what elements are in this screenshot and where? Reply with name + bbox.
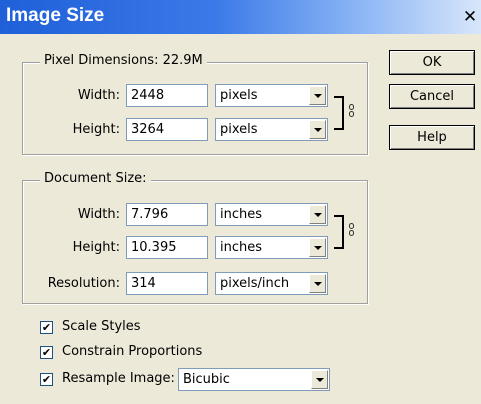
pixel-dimensions-group xyxy=(22,62,368,155)
resolution-unit-value: pixels/inch xyxy=(220,276,290,291)
checkmark-icon: ✔ xyxy=(41,321,52,334)
chain-link-icon xyxy=(347,104,355,119)
doc-height-label: Height: xyxy=(72,240,120,255)
pixel-height-unit-select[interactable]: pixels xyxy=(215,118,328,141)
pixel-width-input[interactable]: 2448 xyxy=(126,84,208,107)
resample-method-value: Bicubic xyxy=(183,372,230,387)
resample-method-select[interactable]: Bicubic xyxy=(178,368,330,391)
close-icon[interactable]: ✕ xyxy=(460,6,480,28)
constrain-proportions-label[interactable]: Constrain Proportions xyxy=(62,344,202,359)
dialog-title: Image Size xyxy=(6,5,105,26)
chevron-down-icon[interactable] xyxy=(309,205,326,224)
checkmark-icon: ✔ xyxy=(41,346,52,359)
chevron-down-icon[interactable] xyxy=(309,86,326,105)
pixel-width-unit-value: pixels xyxy=(220,88,258,103)
doc-width-unit-select[interactable]: inches xyxy=(215,203,328,226)
doc-height-input[interactable]: 10.395 xyxy=(126,236,208,259)
ok-button[interactable]: OK xyxy=(389,50,475,75)
doc-width-input[interactable]: 7.796 xyxy=(126,203,208,226)
resample-image-label[interactable]: Resample Image: xyxy=(62,371,175,386)
pixel-height-unit-value: pixels xyxy=(220,122,258,137)
cancel-button[interactable]: Cancel xyxy=(389,84,475,109)
pixel-height-input[interactable]: 3264 xyxy=(126,118,208,141)
chevron-down-icon[interactable] xyxy=(311,370,328,389)
doc-link-bracket xyxy=(334,215,344,249)
pixel-link-bracket xyxy=(334,96,344,130)
doc-height-unit-value: inches xyxy=(220,240,263,255)
chevron-down-icon[interactable] xyxy=(309,238,326,257)
title-bar[interactable]: Image Size ✕ xyxy=(0,0,481,34)
scale-styles-checkbox[interactable]: ✔ xyxy=(40,321,53,334)
resolution-input[interactable]: 314 xyxy=(126,272,208,295)
doc-width-label: Width: xyxy=(77,207,120,222)
pixel-width-label: Width: xyxy=(77,88,120,103)
checkmark-icon: ✔ xyxy=(41,373,52,386)
doc-width-unit-value: inches xyxy=(220,207,263,222)
help-button[interactable]: Help xyxy=(389,125,475,150)
chevron-down-icon[interactable] xyxy=(309,274,326,293)
constrain-proportions-checkbox[interactable]: ✔ xyxy=(40,346,53,359)
resolution-unit-select[interactable]: pixels/inch xyxy=(215,272,328,295)
resample-image-checkbox[interactable]: ✔ xyxy=(40,373,53,386)
scale-styles-label[interactable]: Scale Styles xyxy=(62,319,141,334)
chain-link-icon xyxy=(347,223,355,238)
pixel-height-label: Height: xyxy=(72,122,120,137)
doc-height-unit-select[interactable]: inches xyxy=(215,236,328,259)
document-size-legend: Document Size: xyxy=(40,171,151,186)
pixel-dimensions-legend: Pixel Dimensions: 22.9M xyxy=(40,53,207,68)
resolution-label: Resolution: xyxy=(47,276,120,291)
chevron-down-icon[interactable] xyxy=(309,120,326,139)
pixel-width-unit-select[interactable]: pixels xyxy=(215,84,328,107)
